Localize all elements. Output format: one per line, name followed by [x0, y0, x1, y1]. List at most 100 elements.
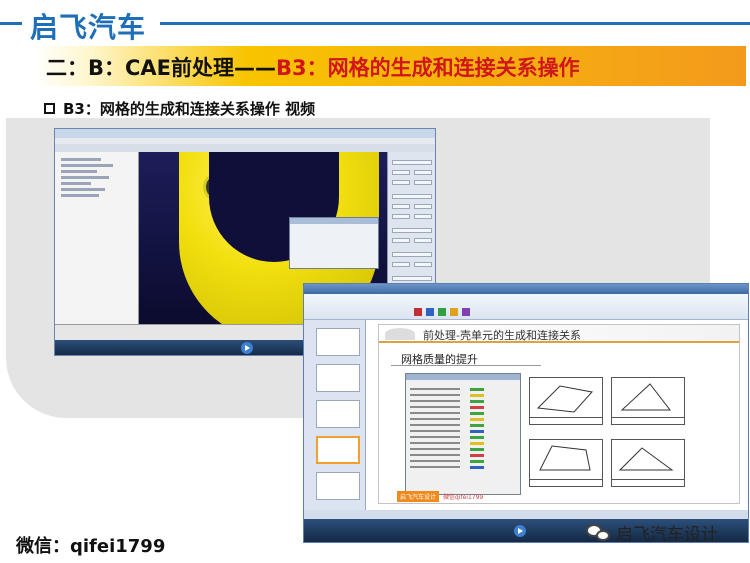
criteria-color-cell [470, 442, 484, 445]
criteria-color-cell [470, 412, 484, 415]
section-title: 二：B：CAE前处理——B3：网格的生成和连接关系操作 [46, 52, 580, 82]
slide-thumbnail[interactable] [316, 472, 360, 500]
criteria-row [410, 400, 460, 402]
element-diagram [529, 377, 603, 425]
warping-diagram-icon [539, 445, 591, 471]
slides-window-titlebar [304, 284, 748, 294]
tree-row [61, 182, 91, 185]
panel-button [414, 180, 432, 185]
warpage-diagram-icon [536, 385, 593, 413]
panel-button [414, 238, 432, 243]
element-diagram [611, 439, 685, 487]
panel-button [392, 180, 410, 185]
slides-ribbon [304, 294, 748, 320]
panel-button [414, 170, 432, 175]
section-highlight: B3：网格的生成和连接关系操作 [276, 56, 580, 80]
criteria-row [410, 418, 460, 420]
criteria-color-cell [470, 388, 484, 391]
panel-button [392, 214, 410, 219]
criteria-row [410, 412, 460, 414]
element-diagram [611, 377, 685, 425]
angle-diagram-icon [618, 447, 674, 471]
ribbon-icon [414, 308, 422, 316]
ribbon-icon [426, 308, 434, 316]
brand-title: 启飞汽车 [30, 11, 147, 44]
panel-button [392, 276, 432, 281]
bullet-item: B3：网格的生成和连接关系操作 视频 [44, 98, 315, 119]
slide-footer: 启飞汽车设计 微信qifei1799 [397, 491, 483, 502]
criteria-color-cell [470, 466, 484, 469]
slide-thumbnail[interactable] [316, 328, 360, 356]
criteria-row [410, 394, 460, 396]
slide-logo [385, 328, 415, 340]
wechat-logo-icon [586, 522, 612, 544]
play-icon[interactable] [241, 342, 253, 354]
criteria-row [410, 448, 460, 450]
cae-model-tree [55, 152, 139, 324]
criteria-row [410, 430, 460, 432]
slides-statusbar [304, 510, 748, 519]
criteria-color-cell [470, 406, 484, 409]
element-diagram [529, 439, 603, 487]
bullet-text: B3：网格的生成和连接关系操作 视频 [63, 100, 316, 118]
criteria-color-cell [470, 454, 484, 457]
criteria-row [410, 436, 460, 438]
tree-row [61, 176, 109, 179]
slide-thumbnail-selected[interactable] [316, 436, 360, 464]
panel-button [392, 170, 410, 175]
panel-button [392, 194, 432, 199]
header-rule-left [0, 22, 22, 25]
wechat-id: 微信：qifei1799 [16, 536, 166, 557]
panel-button [392, 238, 410, 243]
criteria-row [410, 424, 460, 426]
criteria-color-cell [470, 400, 484, 403]
criteria-row [410, 466, 460, 468]
criteria-color-cell [470, 460, 484, 463]
watermark-text: 启飞汽车设计 [616, 525, 718, 545]
quality-criteria-dialog [405, 373, 521, 495]
tree-row [61, 158, 101, 161]
slide-footer-brand: 启飞汽车设计 [397, 491, 440, 502]
criteria-row [410, 406, 460, 408]
panel-button [392, 262, 410, 267]
criteria-row [410, 460, 460, 462]
play-icon[interactable] [514, 525, 526, 537]
header-rule-right [160, 22, 750, 25]
criteria-row [410, 442, 460, 444]
diagram-caption-box [611, 479, 685, 487]
panel-button [392, 204, 410, 209]
bullet-square-icon [44, 103, 55, 114]
watermark: 启飞汽车设计 [586, 520, 718, 545]
slide-thumbnail[interactable] [316, 364, 360, 392]
criteria-color-cell [470, 448, 484, 451]
cae-window-titlebar [55, 129, 435, 138]
ribbon-icon [462, 308, 470, 316]
slides-screenshot: 前处理-壳单元的生成和连接关系 网格质量的提升 启飞汽车设计 微信qifei17… [303, 283, 749, 543]
criteria-row [410, 388, 460, 390]
section-prefix: 二：B：CAE前处理—— [46, 56, 277, 80]
slide-footer-contact: 微信qifei1799 [443, 494, 484, 501]
panel-button [414, 262, 432, 267]
criteria-color-cell [470, 418, 484, 421]
diagram-caption-box [529, 417, 603, 425]
slide-header: 前处理-壳单元的生成和连接关系 [379, 325, 739, 343]
ribbon-icon [450, 308, 458, 316]
slides-thumbnail-pane [304, 320, 366, 510]
panel-button [392, 228, 432, 233]
slide-title: 前处理-壳单元的生成和连接关系 [423, 329, 581, 342]
tree-row [61, 170, 97, 173]
tree-row [61, 194, 99, 197]
criteria-color-cell [470, 430, 484, 433]
cae-toolbar [55, 144, 435, 152]
panel-button [414, 204, 432, 209]
panel-button [392, 160, 432, 165]
skew-diagram-icon [620, 383, 672, 411]
criteria-color-cell [470, 424, 484, 427]
criteria-color-cell [470, 436, 484, 439]
slide-canvas: 前处理-壳单元的生成和连接关系 网格质量的提升 启飞汽车设计 微信qifei17… [378, 324, 740, 504]
cae-parameter-dialog [289, 217, 379, 269]
criteria-row [410, 454, 460, 456]
slide-thumbnail[interactable] [316, 400, 360, 428]
diagram-caption-box [611, 417, 685, 425]
panel-button [392, 252, 432, 257]
